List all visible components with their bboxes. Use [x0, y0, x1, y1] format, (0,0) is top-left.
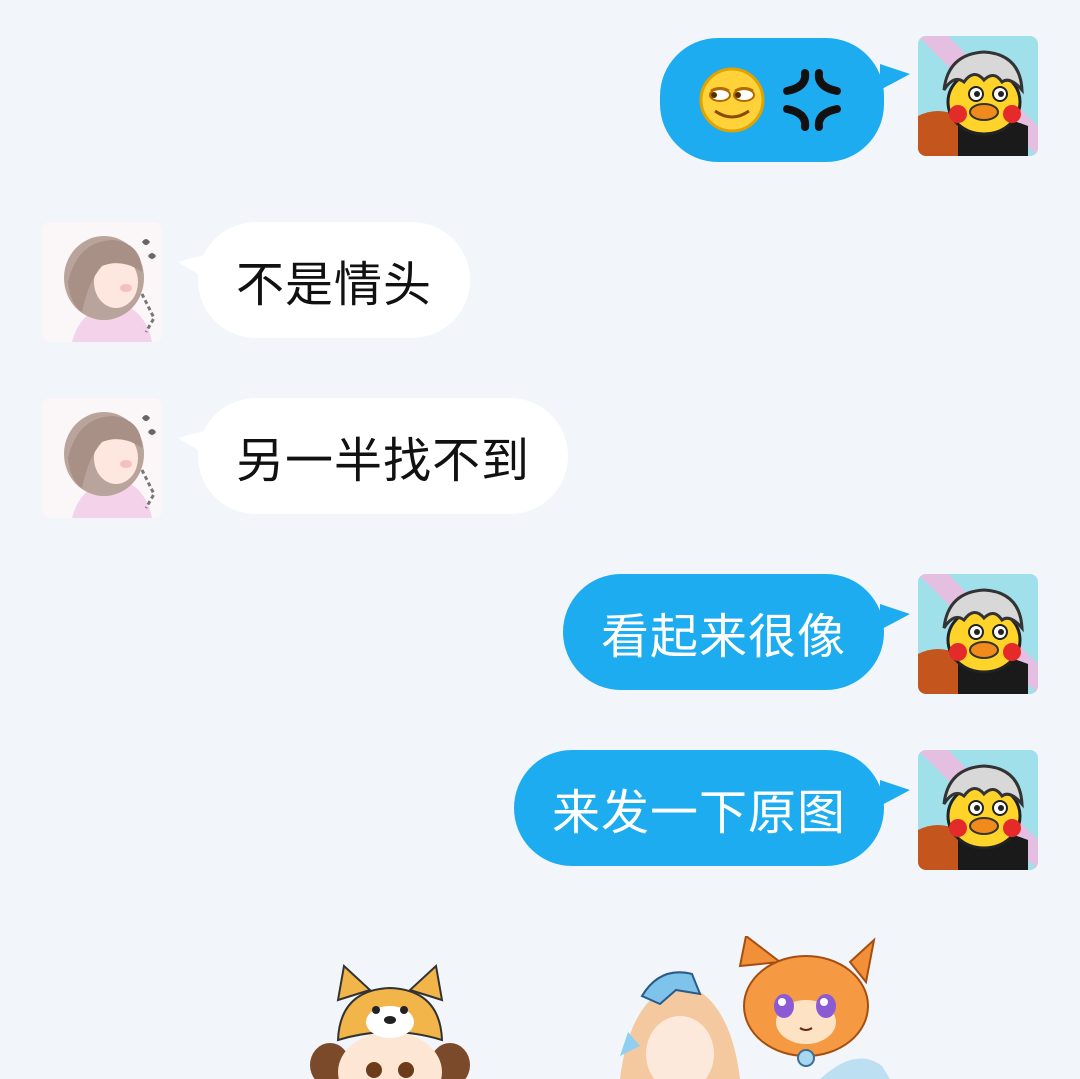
duck-avatar-icon	[918, 574, 1038, 694]
anime-girl-avatar-icon	[42, 398, 162, 518]
smirk-emoji-icon	[699, 67, 765, 133]
message-text: 不是情头	[236, 257, 433, 313]
my-avatar[interactable]	[918, 574, 1038, 694]
outgoing-message-bubble[interactable]: 看起来很像	[562, 574, 884, 690]
bubble-tail-icon	[880, 604, 910, 630]
incoming-message-bubble[interactable]: 不是情头	[198, 222, 471, 338]
anger-symbol-icon	[783, 69, 841, 131]
shiba-hat-girl-sticker[interactable]	[300, 960, 480, 1079]
message-text: 另一半找不到	[236, 433, 531, 489]
other-avatar[interactable]	[42, 398, 162, 518]
duck-avatar-icon	[918, 36, 1038, 156]
message-text: 看起来很像	[600, 609, 846, 665]
bubble-tail-icon	[880, 780, 910, 806]
bubble-tail-icon	[880, 64, 910, 90]
my-avatar[interactable]	[918, 36, 1038, 156]
outgoing-message-bubble[interactable]: 来发一下原图	[513, 750, 884, 866]
other-avatar[interactable]	[42, 222, 162, 342]
anime-girl-with-fox-sticker[interactable]	[620, 936, 890, 1079]
my-avatar[interactable]	[918, 750, 1038, 870]
anime-girl-avatar-icon	[42, 222, 162, 342]
outgoing-emoji-bubble[interactable]	[660, 38, 884, 162]
incoming-message-bubble[interactable]: 另一半找不到	[198, 398, 569, 514]
message-text: 来发一下原图	[551, 785, 846, 841]
duck-avatar-icon	[918, 750, 1038, 870]
